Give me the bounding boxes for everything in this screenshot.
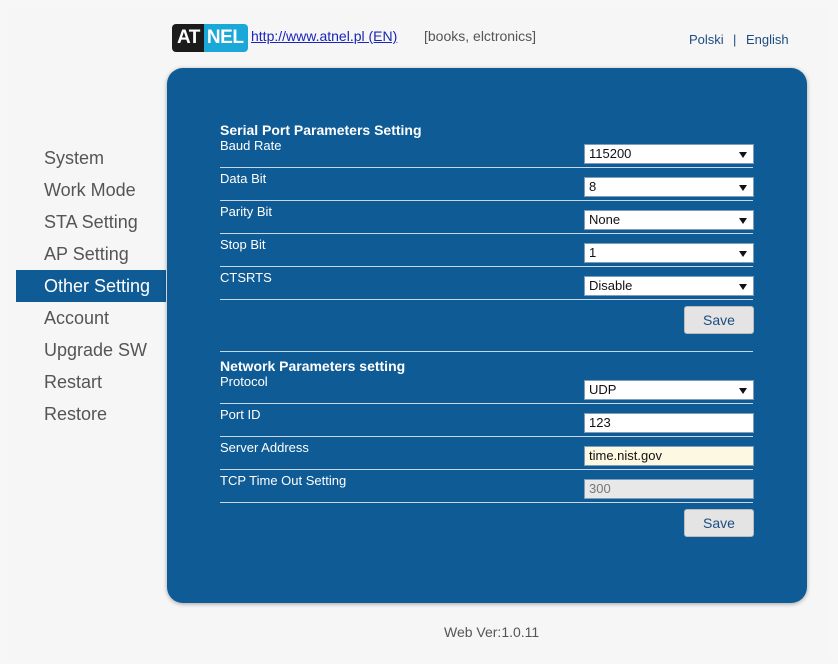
site-link[interactable]: http://www.atnel.pl (EN) (251, 28, 397, 44)
baud-rate-select[interactable]: 115200 (584, 144, 754, 164)
sidebar-item-sta-setting[interactable]: STA Setting (16, 206, 166, 238)
server-address-label: Server Address (220, 440, 309, 455)
sidebar-item-restore[interactable]: Restore (16, 398, 166, 430)
tcp-timeout-input: 300 (584, 479, 754, 499)
sidebar-item-account[interactable]: Account (16, 302, 166, 334)
sidebar-item-other-setting[interactable]: Other Setting (16, 270, 166, 302)
protocol-row: Protocol UDP (220, 370, 754, 404)
port-id-row: Port ID 123 (220, 403, 754, 437)
sidebar-item-work-mode[interactable]: Work Mode (16, 174, 166, 206)
sidebar-item-system[interactable]: System (16, 142, 166, 174)
settings-panel: Serial Port Parameters Setting Baud Rate… (167, 68, 807, 603)
parity-bit-row: Parity Bit None (220, 200, 754, 234)
protocol-select[interactable]: UDP (584, 380, 754, 400)
data-bit-label: Data Bit (220, 171, 267, 186)
network-save-button[interactable]: Save (684, 509, 754, 537)
sidebar-nav: System Work Mode STA Setting AP Setting … (16, 142, 166, 430)
tcp-timeout-label: TCP Time Out Setting (220, 473, 347, 488)
tcp-timeout-row: TCP Time Out Setting 300 (220, 469, 754, 503)
ctsrts-select[interactable]: Disable (584, 276, 754, 296)
sidebar-item-ap-setting[interactable]: AP Setting (16, 238, 166, 270)
lang-separator: | (733, 32, 737, 47)
section-divider (220, 351, 753, 352)
sidebar-item-upgrade-sw[interactable]: Upgrade SW (16, 334, 166, 366)
port-id-input[interactable]: 123 (584, 413, 754, 433)
stop-bit-row: Stop Bit 1 (220, 233, 754, 267)
stop-bit-select[interactable]: 1 (584, 243, 754, 263)
lang-polish-link[interactable]: Polski (689, 32, 724, 47)
baud-rate-row: Baud Rate 115200 (220, 134, 754, 168)
site-tagline: [books, elctronics] (424, 28, 537, 44)
data-bit-row: Data Bit 8 (220, 167, 754, 201)
serial-save-button[interactable]: Save (684, 306, 754, 334)
lang-english-link[interactable]: English (746, 32, 789, 47)
stop-bit-label: Stop Bit (220, 237, 266, 252)
protocol-label: Protocol (220, 374, 268, 389)
ctsrts-label: CTSRTS (220, 270, 272, 285)
logo-at: AT (172, 24, 204, 52)
server-address-input[interactable]: time.nist.gov (584, 446, 754, 466)
parity-bit-select[interactable]: None (584, 210, 754, 230)
data-bit-select[interactable]: 8 (584, 177, 754, 197)
port-id-label: Port ID (220, 407, 261, 422)
atnel-logo[interactable]: AT NEL (172, 24, 249, 52)
sidebar-item-restart[interactable]: Restart (16, 366, 166, 398)
logo-nel: NEL (203, 24, 249, 52)
server-address-row: Server Address time.nist.gov (220, 436, 754, 470)
baud-rate-label: Baud Rate (220, 138, 282, 153)
web-version: Web Ver:1.0.11 (444, 624, 540, 640)
ctsrts-row: CTSRTS Disable (220, 266, 754, 300)
parity-bit-label: Parity Bit (220, 204, 273, 219)
